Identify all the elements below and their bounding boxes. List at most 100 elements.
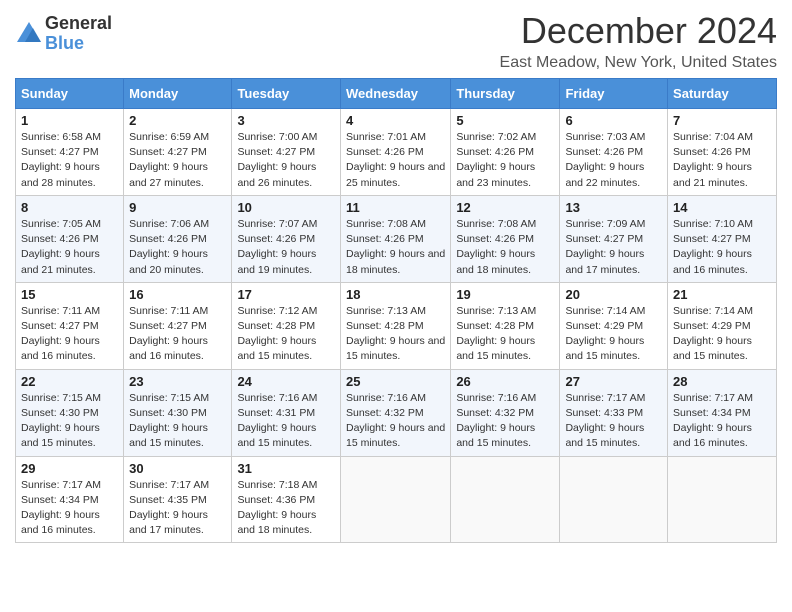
sunset-label: Sunset: 4:27 PM <box>565 233 643 245</box>
weekday-header-sunday: Sunday <box>16 79 124 109</box>
day-info: Sunrise: 7:12 AMSunset: 4:28 PMDaylight:… <box>237 304 335 365</box>
calendar-cell <box>340 456 450 543</box>
sunset-label: Sunset: 4:26 PM <box>346 233 424 245</box>
daylight-label: Daylight: 9 hours and 17 minutes. <box>129 509 208 536</box>
day-number: 15 <box>21 287 118 302</box>
week-row-3: 15 Sunrise: 7:11 AMSunset: 4:27 PMDayligh… <box>16 282 777 369</box>
sunrise-label: Sunrise: 6:59 AM <box>129 131 209 143</box>
calendar-cell: 29Sunrise: 7:17 AMSunset: 4:34 PMDayligh… <box>16 456 124 543</box>
sunset-label: Sunset: 4:29 PM <box>565 320 643 332</box>
logo-general-text: General <box>45 14 112 34</box>
day-number: 18 <box>346 287 445 302</box>
calendar-cell: 2Sunrise: 6:59 AMSunset: 4:27 PMDaylight… <box>124 109 232 196</box>
calendar-table: SundayMondayTuesdayWednesdayThursdayFrid… <box>15 78 777 543</box>
weekday-header-monday: Monday <box>124 79 232 109</box>
daylight-label: Daylight: 9 hours and 15 minutes. <box>346 335 445 362</box>
sunrise-label: Sunrise: 7:12 AM <box>237 305 317 317</box>
day-number: 31 <box>237 461 335 476</box>
daylight-label: Daylight: 9 hours and 18 minutes. <box>456 248 535 275</box>
calendar-cell <box>451 456 560 543</box>
weekday-header-friday: Friday <box>560 79 668 109</box>
daylight-label: Daylight: 9 hours and 18 minutes. <box>237 509 316 536</box>
sunrise-label: Sunrise: 7:14 AM <box>565 305 645 317</box>
calendar-cell: 4Sunrise: 7:01 AMSunset: 4:26 PMDaylight… <box>340 109 450 196</box>
calendar-cell: 3Sunrise: 7:00 AMSunset: 4:27 PMDaylight… <box>232 109 341 196</box>
daylight-label: Daylight: 9 hours and 16 minutes. <box>673 422 752 449</box>
logo-blue-text: Blue <box>45 34 112 54</box>
day-info: Sunrise: 7:08 AMSunset: 4:26 PMDaylight:… <box>346 217 445 278</box>
day-info: Sunrise: 7:02 AMSunset: 4:26 PMDaylight:… <box>456 130 554 191</box>
sunset-label: Sunset: 4:32 PM <box>346 407 424 419</box>
sunset-label: Sunset: 4:34 PM <box>673 407 751 419</box>
sunrise-label: Sunrise: 7:01 AM <box>346 131 426 143</box>
daylight-label: Daylight: 9 hours and 18 minutes. <box>346 248 445 275</box>
sunrise-label: Sunrise: 7:16 AM <box>346 392 426 404</box>
day-number: 26 <box>456 374 554 389</box>
daylight-label: Daylight: 9 hours and 21 minutes. <box>673 161 752 188</box>
sunset-label: Sunset: 4:26 PM <box>456 233 534 245</box>
sunrise-label: Sunrise: 7:00 AM <box>237 131 317 143</box>
sunrise-label: Sunrise: 7:07 AM <box>237 218 317 230</box>
day-info: Sunrise: 7:14 AMSunset: 4:29 PMDaylight:… <box>673 304 771 365</box>
sunset-label: Sunset: 4:30 PM <box>129 407 207 419</box>
sunrise-label: Sunrise: 7:06 AM <box>129 218 209 230</box>
logo-text: General Blue <box>45 14 112 54</box>
calendar-cell: 15 Sunrise: 7:11 AMSunset: 4:27 PMDayligh… <box>16 282 124 369</box>
calendar-cell: 10Sunrise: 7:07 AMSunset: 4:26 PMDayligh… <box>232 195 341 282</box>
day-number: 19 <box>456 287 554 302</box>
weekday-header-wednesday: Wednesday <box>340 79 450 109</box>
daylight-label: Daylight: 9 hours and 25 minutes. <box>346 161 445 188</box>
daylight-label: Daylight: 9 hours and 16 minutes. <box>21 335 100 362</box>
title-area: December 2024 East Meadow, New York, Uni… <box>500 10 777 72</box>
header: General Blue December 2024 East Meadow, … <box>15 10 777 72</box>
day-info: Sunrise: 7:11 AMSunset: 4:27 PMDaylight:… <box>21 304 118 365</box>
daylight-label: Daylight: 9 hours and 15 minutes. <box>456 335 535 362</box>
daylight-label: Daylight: 9 hours and 22 minutes. <box>565 161 644 188</box>
sunset-label: Sunset: 4:28 PM <box>456 320 534 332</box>
sunset-label: Sunset: 4:27 PM <box>21 320 99 332</box>
day-info: Sunrise: 7:17 AMSunset: 4:33 PMDaylight:… <box>565 391 662 452</box>
sunrise-label: Sunrise: 7:04 AM <box>673 131 753 143</box>
calendar-cell: 18Sunrise: 7:13 AMSunset: 4:28 PMDayligh… <box>340 282 450 369</box>
day-number: 30 <box>129 461 226 476</box>
sunset-label: Sunset: 4:27 PM <box>237 146 315 158</box>
sunset-label: Sunset: 4:32 PM <box>456 407 534 419</box>
day-number: 11 <box>346 200 445 215</box>
calendar-cell: 6Sunrise: 7:03 AMSunset: 4:26 PMDaylight… <box>560 109 668 196</box>
calendar-cell: 17Sunrise: 7:12 AMSunset: 4:28 PMDayligh… <box>232 282 341 369</box>
sunrise-label: Sunrise: 7:15 AM <box>129 392 209 404</box>
calendar-cell: 9Sunrise: 7:06 AMSunset: 4:26 PMDaylight… <box>124 195 232 282</box>
daylight-label: Daylight: 9 hours and 15 minutes. <box>346 422 445 449</box>
calendar-cell: 5 Sunrise: 7:02 AMSunset: 4:26 PMDaylight… <box>451 109 560 196</box>
day-number: 13 <box>565 200 662 215</box>
week-row-2: 8 Sunrise: 7:05 AM Sunset: 4:26 PM Daylight… <box>16 195 777 282</box>
sunset-label: Sunset: 4:27 PM <box>129 320 207 332</box>
day-number: 10 <box>237 200 335 215</box>
daylight-label: Daylight: 9 hours and 15 minutes. <box>565 422 644 449</box>
sunrise-label: Sunrise: 7:17 AM <box>673 392 753 404</box>
calendar-cell: 13Sunrise: 7:09 AMSunset: 4:27 PMDayligh… <box>560 195 668 282</box>
sunset-label: Sunset: 4:26 PM <box>673 146 751 158</box>
daylight-label: Daylight: 9 hours and 15 minutes. <box>237 422 316 449</box>
day-number: 8 <box>21 200 118 215</box>
daylight-label: Daylight: 9 hours and 16 minutes. <box>129 335 208 362</box>
daylight-label: Daylight: 9 hours and 15 minutes. <box>565 335 644 362</box>
logo-icon <box>15 20 43 48</box>
day-info: Sunrise: 7:16 AMSunset: 4:32 PMDaylight:… <box>456 391 554 452</box>
day-number: 4 <box>346 113 445 128</box>
sunrise-label: Sunrise: 7:05 AM <box>21 218 101 230</box>
sunset-label: Sunset: 4:36 PM <box>237 494 315 506</box>
calendar-cell: 31 Sunrise: 7:18 AMSunset: 4:36 PMDayligh… <box>232 456 341 543</box>
day-info: Sunrise: 7:18 AMSunset: 4:36 PMDaylight:… <box>237 478 335 539</box>
day-number: 5 <box>456 113 554 128</box>
sunset-label: Sunset: 4:30 PM <box>21 407 99 419</box>
calendar-cell: 27Sunrise: 7:17 AMSunset: 4:33 PMDayligh… <box>560 369 668 456</box>
calendar-cell <box>668 456 777 543</box>
calendar-cell: 26 Sunrise: 7:16 AMSunset: 4:32 PMDayligh… <box>451 369 560 456</box>
daylight-label: Daylight: 9 hours and 26 minutes. <box>237 161 316 188</box>
day-number: 28 <box>673 374 771 389</box>
sunrise-label: Sunrise: 7:14 AM <box>673 305 753 317</box>
sunset-label: Sunset: 4:26 PM <box>21 233 99 245</box>
day-info: Sunrise: 7:08 AMSunset: 4:26 PMDaylight:… <box>456 217 554 278</box>
day-info: Sunrise: 7:17 AMSunset: 4:35 PMDaylight:… <box>129 478 226 539</box>
